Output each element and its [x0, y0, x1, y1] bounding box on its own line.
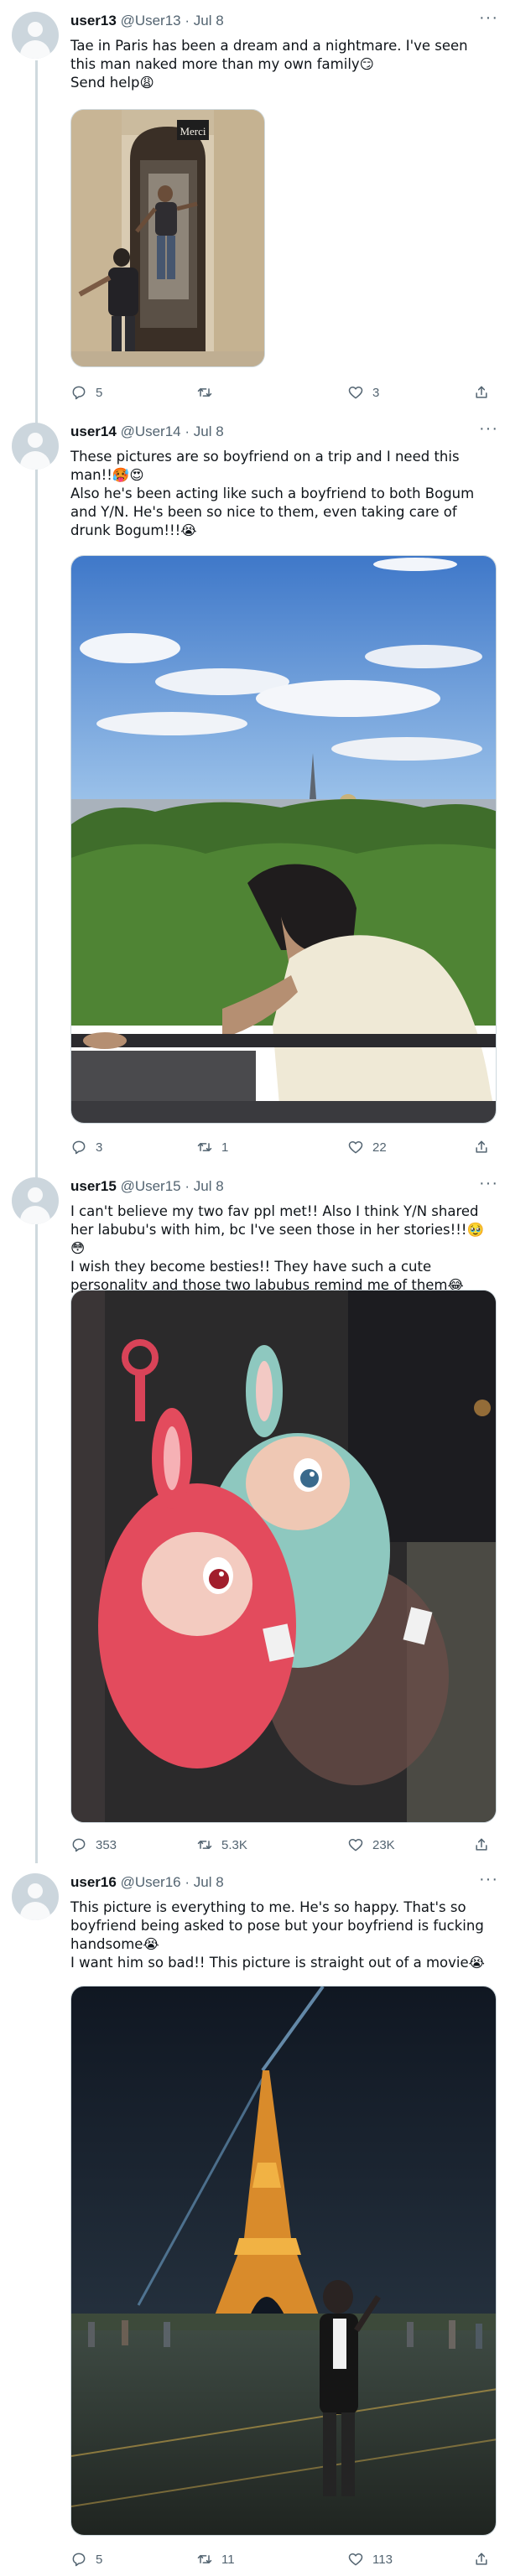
tweet[interactable]: user16 @User16 · Jul 8 ··· This picture …	[0, 1862, 510, 2576]
retweet-icon	[197, 1143, 212, 1151]
more-icon[interactable]: ···	[479, 1174, 498, 1193]
share-icon	[476, 1838, 487, 1851]
like-count: 23K	[372, 1837, 395, 1852]
avatar[interactable]	[12, 12, 59, 59]
tweet-header: user14 @User14 · Jul 8	[70, 423, 224, 441]
reply-count: 5	[96, 385, 103, 400]
tweet-date[interactable]: Jul 8	[194, 1178, 224, 1194]
photo-paris-balcony	[71, 556, 496, 1123]
tweet-text: I can't believe my two fav ppl met!! Als…	[70, 1203, 484, 1293]
user-name[interactable]: user16	[70, 1874, 117, 1890]
retweet-button[interactable]: 5.3K	[196, 1835, 247, 1855]
more-icon[interactable]: ···	[479, 8, 498, 28]
tweet-date[interactable]: Jul 8	[194, 1874, 224, 1890]
tweet-header: user16 @User16 · Jul 8	[70, 1873, 224, 1892]
reply-icon	[72, 1838, 86, 1852]
tweet-image[interactable]	[70, 1290, 497, 1823]
reply-icon	[72, 386, 86, 400]
share-button[interactable]	[473, 1137, 490, 1157]
like-icon	[348, 1141, 363, 1154]
tweet-text: Tae in Paris has been a dream and a nigh…	[70, 38, 468, 91]
share-button[interactable]	[473, 382, 490, 402]
separator-dot: ·	[185, 1874, 190, 1890]
photo-eiffel-tower-night	[71, 1987, 496, 2535]
tweet-date[interactable]: Jul 8	[194, 423, 224, 439]
tweet[interactable]: user14 @User14 · Jul 8 ··· These picture…	[0, 411, 510, 1166]
more-icon[interactable]: ···	[479, 1870, 498, 1889]
tweet-header: user13 @User13 · Jul 8	[70, 12, 224, 30]
share-icon	[476, 2553, 487, 2565]
photo-storefront: Merci	[71, 110, 264, 366]
reply-button[interactable]: 3	[70, 1137, 102, 1157]
tweet-header: user15 @User15 · Jul 8	[70, 1177, 224, 1196]
user-name[interactable]: user15	[70, 1178, 117, 1194]
reply-button[interactable]: 5	[70, 382, 102, 402]
share-button[interactable]	[473, 2549, 490, 2569]
like-button[interactable]: 113	[347, 2549, 393, 2569]
tweet-image[interactable]: Merci	[70, 109, 265, 367]
more-icon[interactable]: ···	[479, 419, 498, 439]
tweet-image[interactable]	[70, 555, 497, 1124]
reply-count: 5	[96, 2552, 103, 2567]
share-icon	[476, 386, 487, 398]
user-handle[interactable]: @User15	[121, 1178, 181, 1194]
reply-count: 353	[96, 1837, 117, 1852]
tweet-image[interactable]	[70, 1986, 497, 2536]
tweet-actions: 353 5.3K 23K	[70, 1835, 498, 1855]
user-handle[interactable]: @User13	[121, 13, 181, 29]
tweet-text: This picture is everything to me. He's s…	[70, 1899, 485, 1971]
retweet-icon	[197, 388, 212, 397]
tweet-date[interactable]: Jul 8	[194, 13, 224, 29]
reply-button[interactable]: 5	[70, 2549, 102, 2569]
retweet-count: 11	[221, 2552, 235, 2567]
photo-labubu-plushies	[71, 1291, 496, 1822]
like-icon	[348, 2553, 363, 2566]
retweet-button[interactable]: 11	[196, 2549, 235, 2569]
tweet-text: These pictures are so boyfriend on a tri…	[70, 449, 475, 538]
user-name[interactable]: user13	[70, 13, 117, 29]
retweet-button[interactable]	[196, 382, 221, 402]
tweet[interactable]: user13 @User13 · Jul 8 ··· Tae in Paris …	[0, 0, 510, 411]
tweet-actions: 5 3	[70, 382, 498, 402]
shop-sign: Merci	[180, 125, 206, 138]
share-button[interactable]	[473, 1835, 490, 1855]
avatar[interactable]	[12, 1873, 59, 1920]
like-icon	[348, 387, 363, 399]
retweet-icon	[197, 2555, 212, 2563]
reply-icon	[72, 2553, 86, 2567]
like-count: 22	[372, 1140, 387, 1155]
retweet-count: 5.3K	[221, 1837, 247, 1852]
user-handle[interactable]: @User16	[121, 1874, 181, 1890]
user-handle[interactable]: @User14	[121, 423, 181, 439]
avatar[interactable]	[12, 1177, 59, 1224]
retweet-icon	[197, 1841, 212, 1849]
share-icon	[476, 1140, 487, 1153]
tweet-actions: 5 11 113	[70, 2549, 498, 2569]
user-name[interactable]: user14	[70, 423, 117, 439]
reply-button[interactable]: 353	[70, 1835, 117, 1855]
retweet-count: 1	[221, 1140, 229, 1155]
like-button[interactable]: 23K	[347, 1835, 395, 1855]
tweet[interactable]: user15 @User15 · Jul 8 ··· I can't belie…	[0, 1166, 510, 1862]
reply-icon	[72, 1140, 86, 1155]
tweet-feed: user13 @User13 · Jul 8 ··· Tae in Paris …	[0, 0, 510, 2576]
separator-dot: ·	[185, 423, 190, 439]
like-button[interactable]: 22	[347, 1137, 387, 1157]
separator-dot: ·	[185, 13, 190, 29]
separator-dot: ·	[185, 1178, 190, 1194]
retweet-button[interactable]: 1	[196, 1137, 228, 1157]
like-icon	[348, 1839, 363, 1852]
like-count: 113	[372, 2552, 393, 2567]
avatar[interactable]	[12, 423, 59, 470]
reply-count: 3	[96, 1140, 103, 1155]
like-button[interactable]: 3	[347, 382, 379, 402]
tweet-actions: 3 1 22	[70, 1137, 498, 1157]
like-count: 3	[372, 385, 380, 400]
